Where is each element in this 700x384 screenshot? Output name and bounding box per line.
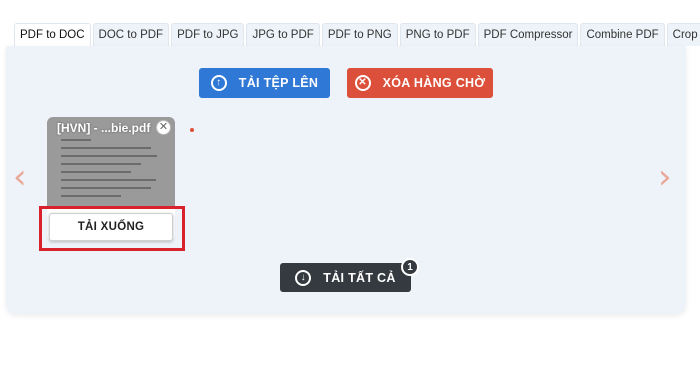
status-dot: [190, 128, 194, 132]
remove-file-icon[interactable]: ✕: [156, 120, 171, 135]
tab-combine-pdf[interactable]: Combine PDF: [580, 23, 665, 46]
tab-jpg-to-pdf[interactable]: JPG to PDF: [246, 23, 320, 46]
tab-pdf-to-jpg[interactable]: PDF to JPG: [171, 23, 245, 46]
upload-label: TẢI TỆP LÊN: [238, 76, 319, 90]
download-all-button[interactable]: ↓ TẢI TẤT CẢ: [280, 263, 411, 292]
tab-pdf-to-doc[interactable]: PDF to DOC: [14, 23, 91, 46]
download-file-button[interactable]: TẢI XUỐNG: [49, 213, 173, 241]
tab-png-to-pdf[interactable]: PNG to PDF: [399, 23, 476, 46]
download-arrow-icon: ↓: [295, 269, 312, 286]
upload-files-button[interactable]: ↑ TẢI TỆP LÊN: [199, 68, 330, 98]
download-all-label: TẢI TẤT CẢ: [323, 270, 396, 285]
tab-crop-pdf[interactable]: Crop PDF: [666, 23, 700, 46]
file-name: [HVN] - ...bie.pdf: [57, 121, 151, 135]
converter-tabs: PDF to DOC DOC to PDF PDF to JPG JPG to …: [14, 23, 700, 46]
tab-pdf-compressor[interactable]: PDF Compressor: [477, 23, 579, 46]
next-arrow-icon[interactable]: ›: [658, 160, 672, 194]
tab-pdf-to-png[interactable]: PDF to PNG: [321, 23, 398, 46]
file-count-badge: 1: [401, 258, 419, 276]
tab-doc-to-pdf[interactable]: DOC to PDF: [92, 23, 170, 46]
upload-arrow-icon: ↑: [210, 75, 227, 91]
close-circle-icon: ✕: [354, 75, 371, 91]
clear-label: XÓA HÀNG CHỜ: [382, 76, 486, 90]
prev-arrow-icon[interactable]: ‹: [13, 160, 27, 194]
clear-queue-button[interactable]: ✕ XÓA HÀNG CHỜ: [347, 68, 493, 98]
